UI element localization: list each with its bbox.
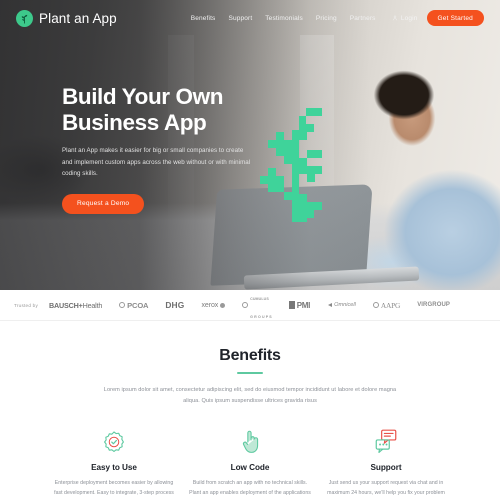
login-label: Login — [400, 14, 418, 22]
hero-subtitle: Plant an App makes it easier for big or … — [62, 147, 251, 178]
benefit-card-title: Low Code — [230, 463, 270, 472]
client-logo-dhg: DHG — [165, 300, 185, 310]
nav-actions: Login Get Started — [392, 10, 484, 26]
landing-page: Plant an App Benefits Support Testimonia… — [0, 0, 500, 500]
login-button[interactable]: Login — [392, 15, 417, 22]
nav-link-partners[interactable]: Partners — [350, 15, 376, 22]
chat-support-icon — [324, 424, 448, 454]
logo-text-cumulus: CUMULUS — [250, 297, 269, 301]
benefit-card-title: Support — [370, 463, 402, 472]
hero-title-line-1: Build Your Own — [62, 84, 224, 109]
aapg-mark-icon — [372, 302, 379, 308]
hero-section: Plant an App Benefits Support Testimonia… — [0, 0, 500, 290]
benefit-card-body: Build from scratch an app with no techni… — [189, 480, 311, 497]
page-title: Benefits — [219, 347, 281, 364]
logo-text-health: Health — [82, 300, 103, 310]
client-logo-cumulus: CUMULUS G R O U P S — [242, 287, 272, 323]
pcoa-mark-icon — [119, 302, 126, 308]
pixel-plant-icon — [258, 108, 334, 222]
client-logo-list: BAUSCH+Health PCOA DHG xerox CUMULUS G R… — [49, 287, 486, 323]
benefit-card-low-code: Low Code Build from scratch an app with … — [188, 424, 312, 500]
benefit-card-easy-to-use: Easy to Use Enterprise deployment become… — [52, 424, 176, 500]
hero-title: Build Your Own Business App — [62, 84, 252, 136]
logo-text-xerox: xerox — [201, 301, 219, 309]
benefits-subtitle: Lorem ipsum dolor sit amet, consectetur … — [103, 387, 397, 405]
client-logo-xerox: xerox — [202, 302, 226, 309]
logo-text-omnicell: Omnicell — [334, 302, 356, 308]
benefits-section: Benefits Lorem ipsum dolor sit amet, con… — [0, 321, 500, 500]
omnicell-arrow-icon — [327, 303, 333, 307]
pmi-mark-icon — [288, 301, 295, 309]
benefit-card-body: Enterprise deployment becomes easier by … — [54, 480, 174, 497]
xerox-ball-icon — [220, 302, 226, 308]
client-logo-aapg: AAPG — [372, 300, 401, 310]
plant-sprout-icon — [16, 9, 33, 27]
benefit-card-support: Support Just send us your support reques… — [324, 424, 448, 500]
client-logo-virgroup: VIRGROUP — [417, 302, 450, 308]
hero-title-line-2: Business App — [62, 110, 207, 136]
client-logo-pcoa: PCOA — [119, 300, 149, 310]
hand-click-icon — [188, 424, 312, 454]
nav-link-pricing[interactable]: Pricing — [316, 15, 337, 22]
logo-text-pmi: PMI — [296, 300, 311, 310]
client-logo-omnicell: Omnicell — [327, 302, 356, 308]
user-icon — [393, 15, 398, 21]
benefit-card-list: Easy to Use Enterprise deployment become… — [0, 424, 500, 500]
nav-link-testimonials[interactable]: Testimonials — [265, 15, 303, 22]
cumulus-mark-icon — [242, 302, 249, 308]
nav-link-benefits[interactable]: Benefits — [191, 15, 216, 22]
logo-text-pcoa: PCOA — [127, 300, 149, 310]
brand-name: Plant an App — [39, 10, 117, 26]
brand-logo[interactable]: Plant an App — [16, 9, 117, 27]
nav-link-support[interactable]: Support — [228, 15, 252, 22]
logo-text-cumulus-sub: G R O U P S — [250, 315, 272, 319]
section-title-underline — [237, 372, 263, 375]
trusted-by-label: Trusted by — [14, 302, 39, 308]
trusted-by-bar: Trusted by BAUSCH+Health PCOA DHG xerox … — [0, 290, 500, 321]
client-logo-pmi: PMI — [288, 300, 311, 310]
request-demo-button[interactable]: Request a Demo — [62, 193, 145, 214]
get-started-button[interactable]: Get Started — [426, 10, 484, 26]
hero-copy: Build Your Own Business App Plant an App… — [62, 84, 252, 214]
benefit-card-title: Easy to Use — [91, 463, 137, 472]
nav-links: Benefits Support Testimonials Pricing Pa… — [191, 15, 376, 22]
gear-check-icon — [52, 424, 176, 454]
benefit-card-body: Just send us your support request via ch… — [327, 480, 445, 497]
top-navigation: Plant an App Benefits Support Testimonia… — [0, 0, 500, 36]
client-logo-bausch-health: BAUSCH+Health — [49, 300, 103, 310]
logo-text-aapg: AAPG — [380, 300, 401, 310]
logo-text-bausch: BAUSCH — [49, 300, 79, 310]
